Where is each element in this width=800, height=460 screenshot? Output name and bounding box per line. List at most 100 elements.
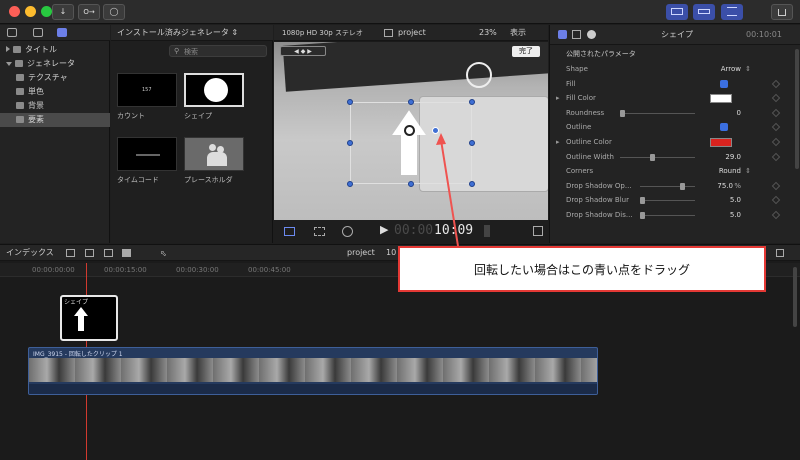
video-clip[interactable]: IMG_3915 - 回転したクリップ 1: [28, 347, 598, 395]
keyframe-icon[interactable]: [771, 152, 781, 161]
video-tab-icon[interactable]: [572, 30, 581, 39]
close-window-button[interactable]: [9, 6, 20, 17]
transform-handle[interactable]: [347, 99, 353, 105]
video-frame[interactable]: [274, 42, 548, 220]
param-drop-shadow-blur[interactable]: Drop Shadow Blur 5.0: [550, 193, 795, 208]
transform-tool-icon[interactable]: [284, 227, 295, 236]
slider-knob[interactable]: [620, 109, 625, 117]
append-clip-icon[interactable]: [122, 249, 131, 257]
param-value[interactable]: 5.0: [730, 193, 741, 208]
speed-icon[interactable]: [342, 226, 353, 237]
keyframe-icon[interactable]: [771, 210, 781, 220]
rotation-handle[interactable]: [432, 127, 439, 134]
outline-color-swatch[interactable]: [710, 138, 732, 147]
browser-layout-button[interactable]: [666, 4, 688, 20]
drop-shadow-blur-slider[interactable]: [640, 197, 695, 205]
inspector-scrollbar[interactable]: [795, 49, 799, 169]
prev-keyframe-icon[interactable]: ◀: [294, 48, 299, 55]
info-tab-icon[interactable]: [587, 30, 596, 39]
keyframe-icon[interactable]: [771, 108, 781, 118]
fullscreen-icon[interactable]: [533, 226, 543, 236]
sidebar-item-solids[interactable]: 単色: [0, 85, 110, 99]
fill-color-swatch[interactable]: [710, 94, 732, 104]
zoom-window-button[interactable]: [41, 6, 52, 17]
zoom-menu[interactable]: 23%: [479, 25, 497, 41]
param-outline[interactable]: Outline: [550, 120, 795, 135]
anchor-point-handle[interactable]: [404, 125, 415, 136]
transform-handle[interactable]: [408, 99, 414, 105]
keyframe-nav[interactable]: ◀ ◆ ▶: [280, 46, 326, 56]
disclosure-triangle-icon[interactable]: [6, 62, 12, 66]
param-drop-shadow-opacity[interactable]: Drop Shadow Op... 75.0%: [550, 179, 795, 194]
slider-knob[interactable]: [680, 182, 685, 190]
keyword-button[interactable]: O→: [78, 4, 100, 20]
generator-thumbnail-placeholder[interactable]: [184, 137, 244, 171]
param-value[interactable]: Arrow: [721, 62, 741, 77]
transform-handle[interactable]: [347, 140, 353, 146]
transform-handle[interactable]: [469, 99, 475, 105]
keyframe-icon[interactable]: [771, 181, 781, 191]
slider-knob[interactable]: [640, 197, 645, 205]
slider-knob[interactable]: [650, 153, 655, 161]
drop-shadow-opacity-slider[interactable]: [640, 182, 695, 190]
param-fill[interactable]: Fill: [550, 77, 795, 92]
outline-checkbox[interactable]: [720, 123, 728, 132]
param-value[interactable]: Round: [719, 164, 741, 179]
param-value[interactable]: 0: [737, 106, 741, 121]
sidebar-item-backgrounds[interactable]: 背景: [0, 99, 110, 113]
photo-library-icon[interactable]: [7, 28, 17, 37]
disclosure-triangle-icon[interactable]: ▸: [556, 91, 560, 106]
transform-handle[interactable]: [347, 181, 353, 187]
param-value[interactable]: 29.0: [725, 150, 741, 165]
keyframe-icon[interactable]: [771, 79, 781, 88]
next-keyframe-icon[interactable]: ▶: [307, 48, 312, 55]
param-drop-shadow-distance[interactable]: Drop Shadow Dis... 5.0: [550, 208, 795, 223]
param-outline-color[interactable]: ▸ Outline Color: [550, 135, 795, 150]
clip-appearance-icon[interactable]: [66, 249, 75, 257]
inspector-layout-button[interactable]: [721, 4, 743, 20]
param-fill-color[interactable]: ▸ Fill Color: [550, 91, 795, 106]
transform-handle[interactable]: [408, 181, 414, 187]
sidebar-item-titles[interactable]: タイトル: [0, 43, 110, 57]
keyframe-icon[interactable]: [771, 123, 781, 132]
import-button[interactable]: ↓: [52, 4, 74, 20]
transform-handle[interactable]: [469, 181, 475, 187]
timeline-layout-button[interactable]: [693, 4, 715, 20]
param-corners[interactable]: Corners Round ⇕: [550, 164, 795, 179]
generator-tab-icon[interactable]: [558, 30, 567, 39]
select-tool-icon[interactable]: ⬁: [160, 246, 167, 262]
keyframe-icon[interactable]: [771, 137, 781, 147]
titles-generators-icon[interactable]: [57, 28, 67, 37]
timeline-scrollbar[interactable]: [793, 267, 797, 327]
add-keyframe-icon[interactable]: ◆: [301, 48, 306, 55]
slider-knob[interactable]: [640, 212, 645, 219]
index-button[interactable]: インデックス: [6, 245, 54, 261]
roundness-slider[interactable]: [620, 109, 695, 117]
insert-clip-icon[interactable]: [104, 249, 113, 257]
param-value[interactable]: 75.0: [717, 179, 733, 194]
param-value[interactable]: 5.0: [730, 208, 741, 223]
outline-width-slider[interactable]: [620, 153, 695, 161]
connect-clip-icon[interactable]: [85, 249, 94, 257]
done-button[interactable]: 完了: [512, 46, 540, 57]
crop-tool-icon[interactable]: [314, 227, 325, 236]
share-button[interactable]: [771, 4, 793, 20]
keyframe-icon[interactable]: [771, 196, 781, 205]
param-shape[interactable]: Shape Arrow ⇕: [550, 62, 795, 77]
transform-handle[interactable]: [469, 140, 475, 146]
generator-thumbnail-shape[interactable]: [184, 73, 244, 107]
param-roundness[interactable]: Roundness 0: [550, 106, 795, 121]
sidebar-item-generators[interactable]: ジェネレータ: [0, 57, 110, 71]
generator-thumbnail-count[interactable]: 157: [117, 73, 177, 107]
play-icon[interactable]: ▶: [380, 223, 388, 236]
view-menu[interactable]: 表示: [510, 25, 526, 41]
disclosure-triangle-icon[interactable]: [6, 46, 10, 52]
search-field[interactable]: ⚲ 検索: [169, 45, 267, 57]
drop-shadow-distance-slider[interactable]: [640, 212, 695, 219]
disclosure-triangle-icon[interactable]: ▸: [556, 135, 560, 150]
keyframe-icon[interactable]: [771, 93, 781, 103]
generator-thumbnail-timecode[interactable]: [117, 137, 177, 171]
skimming-icon[interactable]: [776, 249, 784, 257]
background-tasks-button[interactable]: ◯: [103, 4, 125, 20]
param-outline-width[interactable]: Outline Width 29.0: [550, 150, 795, 165]
